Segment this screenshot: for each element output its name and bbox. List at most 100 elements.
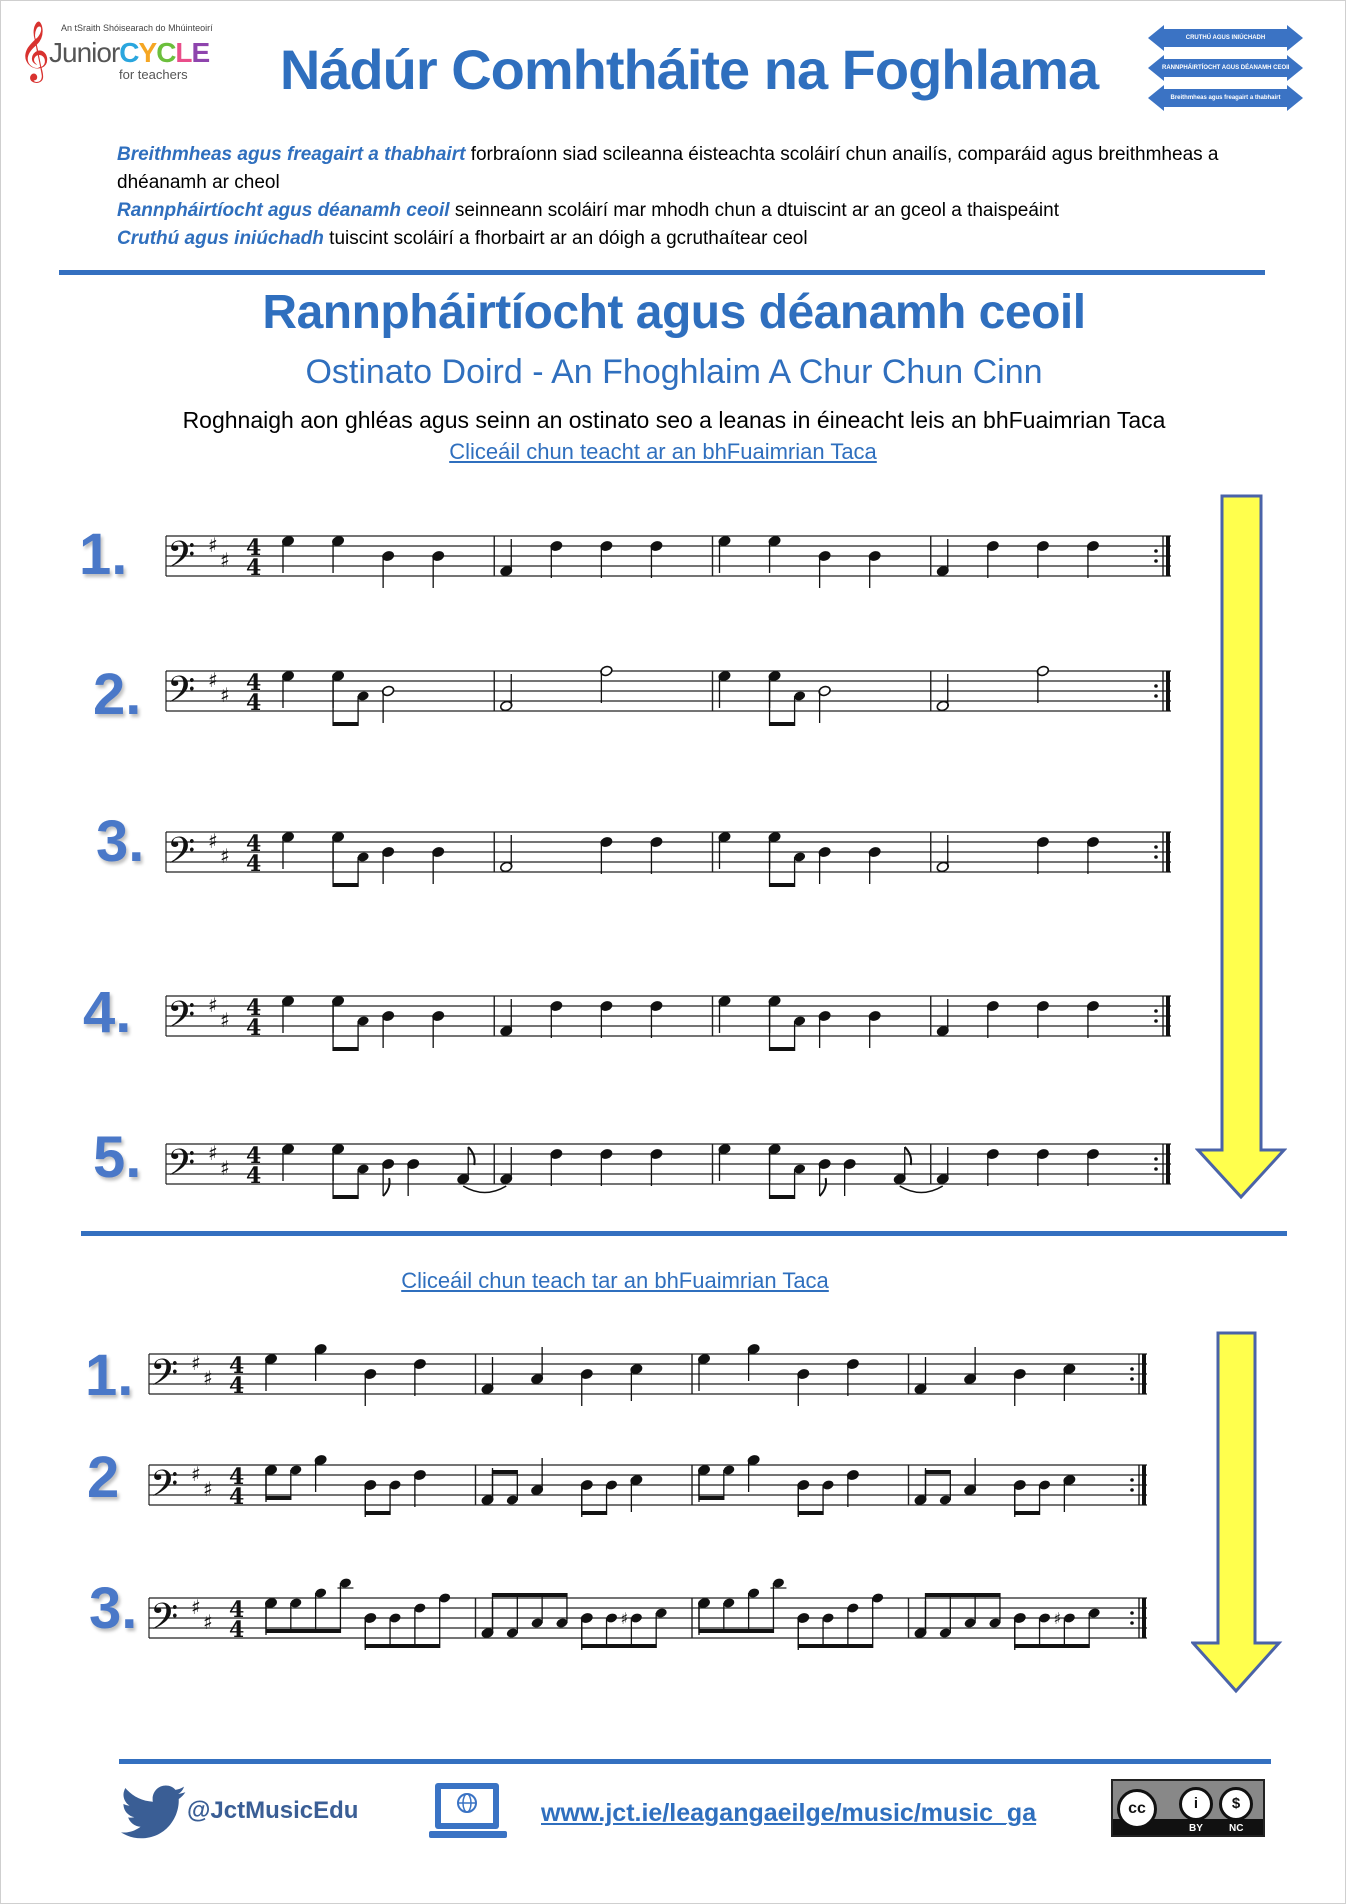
note-beam bbox=[266, 1496, 291, 1500]
final-barline bbox=[1166, 1144, 1170, 1184]
nc-label: NC bbox=[1229, 1823, 1244, 1834]
sharp-icon: ♯ bbox=[1053, 1609, 1061, 1628]
note-flag bbox=[818, 1177, 827, 1197]
noncommercial-icon: $ bbox=[1219, 1787, 1253, 1821]
repeat-dot bbox=[1154, 1009, 1158, 1013]
repeat-dot bbox=[1154, 855, 1158, 859]
backing-track-link-2[interactable]: Cliceáil chun teach tar an bhFuaimrian T… bbox=[375, 1268, 855, 1294]
note-beam bbox=[798, 1511, 824, 1515]
note-beam bbox=[769, 722, 795, 726]
bass-clef-icon: 𝄢 bbox=[167, 994, 195, 1045]
down-arrow-icon bbox=[1195, 494, 1287, 1200]
note-flag bbox=[903, 1146, 913, 1166]
exercise-number: 5. bbox=[93, 1125, 142, 1190]
note-flag bbox=[382, 1177, 391, 1197]
repeat-dot bbox=[1154, 845, 1158, 849]
exercise-number: 2 bbox=[87, 1445, 120, 1510]
sharp-icon: ♯ bbox=[208, 533, 218, 557]
website-link[interactable]: www.jct.ie/leagangaeilge/music/music_ga bbox=[541, 1799, 1036, 1828]
by-label: BY bbox=[1189, 1823, 1203, 1834]
staff-group: 𝄢 ♯♯ 44 bbox=[165, 829, 1171, 887]
time-signature-bottom: 4 bbox=[229, 1617, 244, 1643]
sharp-icon: ♯ bbox=[220, 1008, 230, 1032]
final-barline bbox=[1166, 832, 1170, 872]
sharp-icon: ♯ bbox=[208, 1141, 218, 1165]
sharp-icon: ♯ bbox=[208, 993, 218, 1017]
section-subheading: Ostinato Doird - An Fhoghlaim A Chur Chu… bbox=[305, 353, 1043, 391]
bass-clef-icon: 𝄢 bbox=[167, 1142, 195, 1193]
music-staff: 𝄢 ♯♯ 44 bbox=[165, 665, 1171, 726]
note-beam bbox=[581, 1644, 657, 1648]
repeat-dot bbox=[1130, 1621, 1134, 1625]
final-barline bbox=[1166, 536, 1170, 576]
sharp-icon: ♯ bbox=[620, 1609, 628, 1628]
note-beam bbox=[769, 1047, 795, 1051]
note-beam bbox=[365, 1511, 391, 1515]
note-beam bbox=[925, 1593, 1000, 1597]
exercise-number: 3. bbox=[96, 809, 145, 874]
note-beam bbox=[266, 1629, 341, 1633]
strand-arrow: RANNPHÁIRTÍOCHT AGUS DÉANAMH CEOIL bbox=[1148, 55, 1303, 81]
sharp-icon: ♯ bbox=[208, 829, 218, 853]
repeat-dot bbox=[1154, 1019, 1158, 1023]
time-signature-bottom: 4 bbox=[246, 851, 261, 877]
note-beam bbox=[333, 722, 359, 726]
staff-group: 𝄢 ♯♯ 44 ♯ ♯ bbox=[148, 1578, 1147, 1650]
bass-clef-icon: 𝄢 bbox=[150, 1596, 178, 1647]
divider-rule bbox=[81, 1231, 1287, 1236]
creative-commons-badge[interactable]: cc i $ BY NC bbox=[1111, 1779, 1265, 1837]
strand-arrow-label: RANNPHÁIRTÍOCHT AGUS DÉANAMH CEOIL bbox=[1162, 65, 1289, 71]
laptop-globe-icon[interactable] bbox=[429, 1781, 509, 1841]
music-staff: 𝄢 ♯♯ 44 bbox=[165, 993, 1171, 1051]
twitter-bird-icon[interactable] bbox=[121, 1785, 187, 1841]
staff-group: 𝄢 ♯♯ 44 bbox=[165, 993, 1171, 1051]
repeat-dot bbox=[1154, 694, 1158, 698]
repeat-dot bbox=[1154, 684, 1158, 688]
time-signature-bottom: 4 bbox=[229, 1373, 244, 1399]
tie bbox=[899, 1185, 944, 1194]
intro-emphasis: Cruthú agus iniúchadh bbox=[117, 228, 324, 249]
instruction-text: Roghnaigh aon ghléas agus seinn an ostin… bbox=[182, 407, 1166, 433]
note-beam bbox=[769, 883, 795, 887]
repeat-dot bbox=[1154, 1167, 1158, 1171]
repeat-dot bbox=[1130, 1377, 1134, 1381]
sharp-icon: ♯ bbox=[203, 1366, 213, 1390]
sharp-icon: ♯ bbox=[208, 668, 218, 692]
final-barline bbox=[1166, 996, 1170, 1036]
repeat-dot bbox=[1130, 1611, 1134, 1615]
note-beam bbox=[699, 1629, 774, 1633]
section-heading: Rannpháirtíocht agus déanamh ceoil bbox=[262, 286, 1086, 339]
note-flag bbox=[467, 1146, 476, 1166]
strand-arrow-label: CRUTHÚ AGUS INIÚCHADH bbox=[1185, 35, 1266, 41]
bass-clef-icon: 𝄢 bbox=[150, 1463, 178, 1514]
logo-tagline: An tSraith Shóisearach do Mhúinteoirí bbox=[61, 23, 213, 33]
note-beam bbox=[333, 883, 359, 887]
music-staff: 𝄢 ♯♯ 44 bbox=[165, 533, 1171, 588]
bass-clef-icon: 𝄢 bbox=[150, 1352, 178, 1403]
sharp-icon: ♯ bbox=[191, 1351, 201, 1375]
intro-emphasis: Rannpháirtíocht agus déanamh ceoil bbox=[117, 200, 450, 221]
backing-track-link-1[interactable]: Cliceáil chun teacht ar an bhFuaimrian T… bbox=[1, 439, 1325, 465]
repeat-dot bbox=[1154, 1157, 1158, 1161]
music-staff: 𝄢 ♯♯ 44 bbox=[165, 829, 1171, 887]
exercise-number: 1. bbox=[85, 1343, 134, 1408]
intro-line: Rannpháirtíocht agus déanamh ceoil seinn… bbox=[117, 197, 1297, 225]
bass-clef-icon: 𝄢 bbox=[167, 830, 195, 881]
twitter-handle[interactable]: @JctMusicEdu bbox=[187, 1797, 358, 1825]
sharp-icon: ♯ bbox=[220, 1156, 230, 1180]
final-barline bbox=[1142, 1354, 1146, 1394]
intro-line: Breithmheas agus freagairt a thabhairt f… bbox=[117, 141, 1297, 197]
note-beam bbox=[1014, 1644, 1090, 1648]
page-title: Nádúr Comhtháite na Foghlama bbox=[279, 38, 1099, 101]
staff-group: 𝄢 ♯♯ 44 bbox=[165, 665, 1171, 726]
note-beam bbox=[492, 1593, 567, 1597]
staff-group: 𝄢 ♯♯ 44 bbox=[165, 1141, 1171, 1199]
music-staff: 𝄢 ♯♯ 44 ♯ ♯ bbox=[148, 1578, 1147, 1650]
note-beam bbox=[333, 1195, 359, 1199]
cc-icon: cc bbox=[1117, 1789, 1157, 1829]
final-barline bbox=[1166, 671, 1170, 711]
note-beam bbox=[581, 1511, 607, 1515]
divider-rule bbox=[59, 270, 1265, 275]
sharp-icon: ♯ bbox=[191, 1595, 201, 1619]
time-signature-bottom: 4 bbox=[246, 1015, 261, 1041]
